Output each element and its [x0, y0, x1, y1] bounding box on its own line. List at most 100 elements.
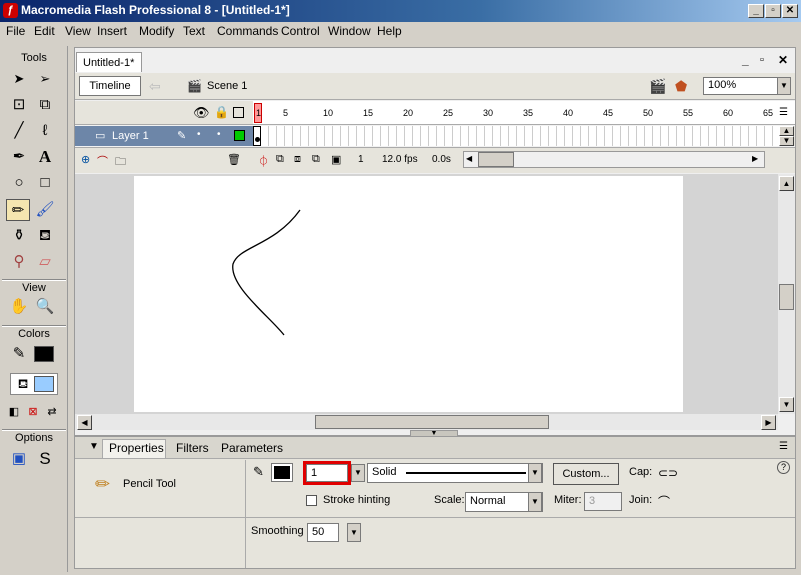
back-arrow-icon[interactable]: ⇦ — [149, 78, 161, 95]
delete-layer-icon[interactable]: 🗑 — [227, 153, 241, 166]
frame-ruler[interactable]: 1 5 10 15 20 25 30 35 40 45 50 55 60 65 … — [253, 101, 795, 125]
stroke-style-dropdown-icon[interactable]: ▼ — [528, 463, 542, 483]
eyedropper-icon[interactable]: ⚲ — [7, 251, 31, 273]
layer-page-icon: ▭ — [95, 130, 106, 142]
scroll-right-icon[interactable]: ▶ — [752, 154, 758, 163]
onion-outline-icon[interactable]: ⧈ — [294, 153, 301, 166]
tab-properties[interactable]: Properties — [109, 441, 164, 455]
zoom-tool-icon[interactable]: 🔍 — [33, 296, 57, 318]
add-folder-icon[interactable]: 🗀 — [115, 153, 126, 172]
layer-outline-color[interactable] — [234, 130, 245, 141]
doc-restore-icon[interactable]: ▫ — [760, 54, 764, 66]
add-layer-icon[interactable]: ⊕ — [81, 153, 90, 166]
scale-dropdown-icon[interactable]: ▼ — [528, 492, 542, 512]
lock-icon[interactable]: 🔒 — [214, 105, 229, 119]
stroke-color-picker[interactable] — [271, 463, 293, 482]
layer-lock-dot[interactable]: • — [217, 129, 221, 140]
document-tab[interactable]: Untitled-1* — [76, 52, 142, 72]
layer-frames[interactable] — [253, 126, 779, 146]
menu-text[interactable]: Text — [183, 24, 205, 38]
title-bar: ƒ Macromedia Flash Professional 8 - [Unt… — [0, 0, 801, 22]
paint-bucket-icon[interactable]: ⛾ — [33, 225, 57, 247]
layer-name[interactable]: Layer 1 — [112, 130, 149, 142]
brush-tool-icon[interactable]: 🖌 — [33, 199, 57, 221]
hscroll-thumb[interactable] — [315, 415, 549, 429]
stroke-height-dropdown-icon[interactable]: ▼ — [351, 464, 365, 482]
help-icon[interactable]: ? — [777, 461, 790, 474]
onion-skin-icon[interactable]: ⧉ — [276, 153, 284, 166]
oval-tool-icon[interactable]: ○ — [7, 172, 31, 194]
hand-tool-icon[interactable]: ✋ — [7, 296, 31, 318]
swap-colors-icon[interactable]: ⇄ — [44, 401, 60, 423]
object-drawing-icon[interactable]: ▣ — [7, 448, 31, 470]
pencil-mode-icon[interactable]: S — [33, 448, 57, 470]
timeline-menu-icon[interactable]: ☰ — [779, 107, 788, 118]
add-guide-icon[interactable]: ⌒ — [97, 153, 108, 169]
tab-parameters[interactable]: Parameters — [221, 441, 283, 455]
menu-insert[interactable]: Insert — [97, 24, 127, 38]
pencil-tool-icon[interactable]: ✏ — [6, 199, 30, 221]
menu-control[interactable]: Control — [281, 24, 320, 38]
stroke-hinting-checkbox[interactable] — [306, 495, 317, 506]
vscroll-thumb[interactable] — [779, 284, 794, 310]
line-tool-icon[interactable]: ╱ — [7, 120, 31, 142]
stroke-color-swatch[interactable] — [34, 346, 54, 362]
zoom-dropdown-icon[interactable]: ▼ — [777, 77, 791, 95]
subselect-tool-icon[interactable]: ➢ — [33, 68, 57, 90]
stage-vscroll[interactable]: ▲ ▼ — [778, 174, 795, 414]
onion-markers-icon[interactable]: ▣ — [331, 153, 341, 166]
lasso-tool-icon[interactable]: ℓ — [33, 120, 57, 142]
text-tool-icon[interactable]: A — [33, 146, 57, 168]
center-frame-icon[interactable]: ⏀ — [258, 153, 269, 169]
tab-filters[interactable]: Filters — [176, 441, 209, 455]
miter-input[interactable]: 3 — [584, 492, 622, 511]
eye-icon[interactable]: 👁 — [193, 105, 210, 121]
edit-scene-icon[interactable]: 🎬 — [649, 78, 666, 95]
stroke-style-select[interactable]: Solid — [367, 463, 543, 483]
free-transform-icon[interactable]: ⊡ — [7, 94, 31, 116]
stage-hscroll[interactable]: ◀ ▶ — [75, 414, 778, 430]
no-color-icon[interactable]: ⊠ — [25, 401, 41, 423]
fill-color-swatch[interactable] — [34, 376, 54, 392]
eraser-icon[interactable]: ▱ — [33, 251, 57, 273]
scroll-thumb[interactable] — [478, 152, 514, 167]
timeline-vscroll[interactable]: ▲ ▼ — [779, 126, 795, 146]
arrow-tool-icon[interactable]: ➤ — [7, 68, 31, 90]
layer-row[interactable]: ▭ Layer 1 ✎ • • — [75, 126, 253, 146]
minimize-button[interactable]: _ — [748, 4, 764, 18]
smoothing-dropdown-icon[interactable]: ▼ — [347, 523, 361, 542]
menu-help[interactable]: Help — [377, 24, 402, 38]
edit-symbols-icon[interactable]: ⬟ — [675, 78, 687, 95]
panel-collapse-arrow-icon[interactable]: ▼ — [89, 441, 99, 452]
custom-button[interactable]: Custom... — [553, 463, 619, 485]
timeline-hscroll[interactable]: ◀ ▶ — [463, 151, 765, 168]
menu-modify[interactable]: Modify — [139, 24, 174, 38]
outline-icon[interactable] — [233, 107, 244, 118]
menu-commands[interactable]: Commands — [217, 24, 278, 38]
cap-round-icon[interactable]: ⊂⊃ — [658, 466, 678, 480]
stroke-height-input[interactable]: 1 — [306, 464, 348, 482]
scroll-left-icon[interactable]: ◀ — [466, 154, 472, 163]
layer-visible-dot[interactable]: • — [197, 129, 201, 140]
menu-view[interactable]: View — [65, 24, 91, 38]
edit-multiple-icon[interactable]: ⧉ — [312, 153, 320, 166]
close-button[interactable]: ✕ — [782, 4, 798, 18]
stage-canvas[interactable] — [134, 176, 683, 412]
menu-file[interactable]: File — [6, 24, 25, 38]
frame-number: 55 — [683, 108, 694, 118]
menu-edit[interactable]: Edit — [34, 24, 55, 38]
timeline-toggle-button[interactable]: Timeline — [79, 76, 141, 96]
join-round-icon[interactable]: ⌒ — [658, 493, 670, 510]
pen-tool-icon[interactable]: ✒ — [7, 146, 31, 168]
doc-minimize-icon[interactable]: _ — [742, 53, 749, 67]
doc-close-icon[interactable]: ✕ — [778, 53, 788, 67]
rectangle-tool-icon[interactable]: □ — [33, 172, 57, 194]
default-colors-icon[interactable]: ◧ — [6, 401, 22, 423]
colors-label: Colors — [18, 328, 50, 340]
maximize-button[interactable]: ▫ — [765, 4, 781, 18]
fill-transform-icon[interactable]: ⧉ — [33, 94, 57, 116]
ink-bottle-icon[interactable]: ⚱ — [7, 225, 31, 247]
smoothing-input[interactable]: 50 — [307, 523, 339, 542]
panel-menu-icon[interactable]: ☰ — [779, 441, 788, 452]
menu-window[interactable]: Window — [328, 24, 371, 38]
